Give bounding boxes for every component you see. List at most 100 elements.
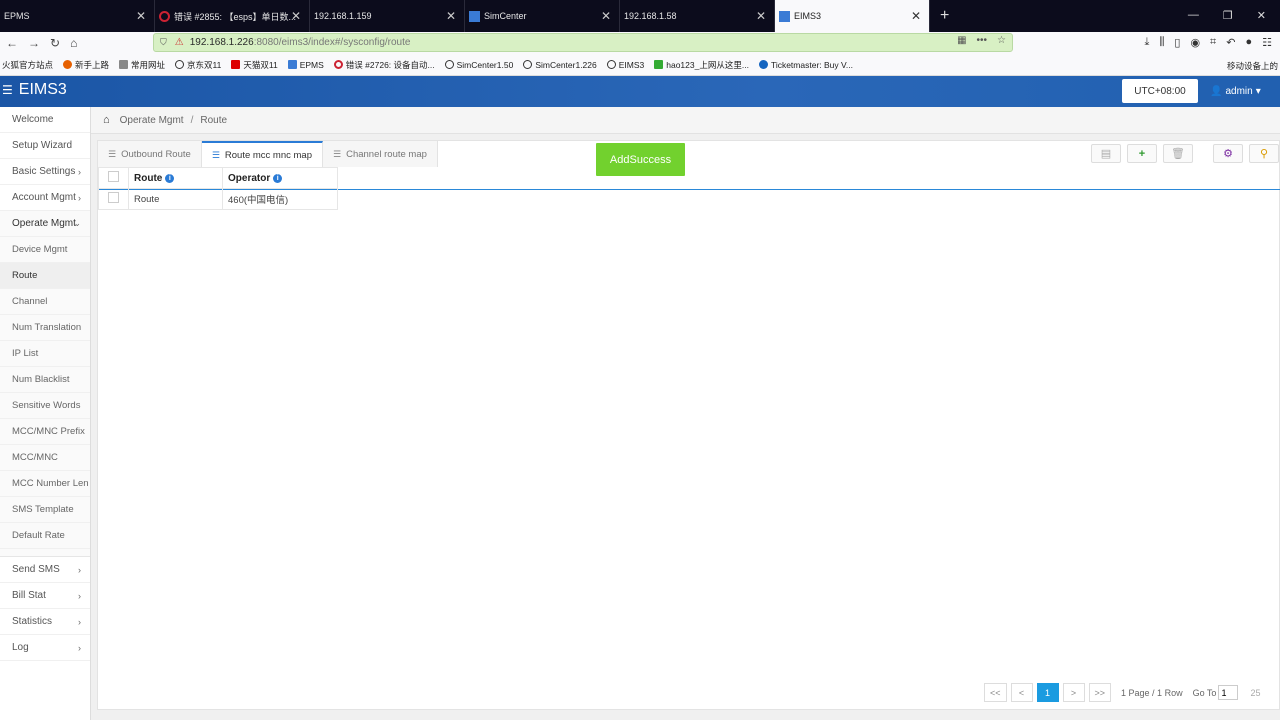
- first-page-button[interactable]: <<: [984, 683, 1007, 702]
- mobile-bookmarks[interactable]: 移动设备上的: [1227, 60, 1278, 72]
- browser-tab-bug[interactable]: 错误 #2855: 【esps】单日数... ✕: [155, 0, 310, 32]
- select-all-checkbox[interactable]: [108, 171, 119, 182]
- close-icon[interactable]: ✕: [756, 9, 766, 23]
- timezone-button[interactable]: UTC+08:00: [1122, 79, 1198, 103]
- sidebar-item-setup-wizard[interactable]: Setup Wizard: [0, 133, 90, 159]
- sidebar-item-send-sms[interactable]: Send SMS ›: [0, 557, 90, 583]
- sidebar-item-device-mgmt[interactable]: Device Mgmt: [0, 237, 90, 263]
- user-menu[interactable]: 👤 admin ▾: [1210, 86, 1261, 97]
- browser-tab-159[interactable]: 192.168.1.159 ✕: [310, 0, 465, 32]
- reload-icon[interactable]: ↻: [50, 36, 60, 50]
- columns-button[interactable]: ▤: [1091, 144, 1121, 163]
- close-icon[interactable]: ✕: [601, 9, 611, 23]
- download-icon[interactable]: ⤓: [1144, 36, 1149, 49]
- close-window-icon[interactable]: ✕: [1257, 9, 1266, 22]
- table-row[interactable]: Route 460(中国电信): [98, 188, 338, 210]
- sidebar-item-mcc-number-len[interactable]: MCC Number Len: [0, 471, 90, 497]
- globe-icon: [444, 60, 454, 69]
- bookmark-star-icon[interactable]: ☆: [997, 35, 1006, 46]
- sidebar-submenu: Device Mgmt Route Channel Num Translatio…: [0, 237, 90, 557]
- minimize-icon[interactable]: —: [1188, 9, 1199, 22]
- qr-code-icon[interactable]: ▦: [957, 35, 966, 46]
- page-size-select[interactable]: 25: [1250, 688, 1260, 698]
- list-icon: ☰: [108, 148, 117, 159]
- tab-outbound-route[interactable]: ☰ Outbound Route: [98, 141, 202, 167]
- info-icon[interactable]: i: [165, 173, 175, 183]
- menu-icon[interactable]: ☷: [1262, 36, 1272, 49]
- sidebar-item-mcc-mnc[interactable]: MCC/MNC: [0, 445, 90, 471]
- sidebar-item-ip-list[interactable]: IP List: [0, 341, 90, 367]
- close-icon[interactable]: ✕: [446, 9, 456, 23]
- library-icon[interactable]: ⫼: [1159, 36, 1164, 49]
- bookmark[interactable]: EPMS: [287, 60, 324, 70]
- settings-button[interactable]: ⚙: [1213, 144, 1243, 163]
- sidebar-item-statistics[interactable]: Statistics ›: [0, 609, 90, 635]
- screenshot-icon[interactable]: ⌗: [1210, 36, 1216, 49]
- row-checkbox[interactable]: [108, 192, 119, 203]
- bookmark[interactable]: Ticketmaster: Buy V...: [758, 60, 853, 70]
- tab-channel-route-map[interactable]: ☰ Channel route map: [323, 141, 438, 167]
- url-bar[interactable]: ⛉ ⚠ 192.168.1.226 :8080/eims3/index#/sys…: [153, 33, 1013, 52]
- close-icon[interactable]: ✕: [291, 9, 301, 23]
- sidebar-item-account-mgmt[interactable]: Account Mgmt ›: [0, 185, 90, 211]
- app-logo[interactable]: ☰ EIMS3: [2, 81, 67, 99]
- search-button[interactable]: ⚲: [1249, 144, 1279, 163]
- bookmark[interactable]: hao123_上网从这里...: [654, 59, 749, 71]
- sidebar-item-operate-mgmt[interactable]: Operate Mgmt ⌄: [0, 211, 90, 237]
- browser-tab-eims3[interactable]: EIMS3 ✕: [775, 0, 930, 32]
- sidebar-item-bill-stat[interactable]: Bill Stat ›: [0, 583, 90, 609]
- prev-page-button[interactable]: <: [1010, 683, 1033, 702]
- next-page-button[interactable]: >: [1062, 683, 1085, 702]
- close-icon[interactable]: ✕: [136, 9, 146, 23]
- sidebar-item-channel[interactable]: Channel: [0, 289, 90, 315]
- sidebar-item-default-rate[interactable]: Default Rate: [0, 523, 90, 549]
- browser-tab-epms[interactable]: EPMS ✕: [0, 0, 155, 32]
- select-all-cell[interactable]: [98, 167, 129, 189]
- info-icon[interactable]: i: [273, 173, 283, 183]
- column-header-route[interactable]: Route i: [128, 167, 223, 189]
- breadcrumb-parent[interactable]: Operate Mgmt: [120, 115, 184, 126]
- bookmark[interactable]: SimCenter1.226: [523, 60, 597, 70]
- home-icon[interactable]: ⌂: [103, 114, 110, 126]
- sidebar-item-mcc-mnc-prefix[interactable]: MCC/MNC Prefix: [0, 419, 90, 445]
- sidebar-item-num-blacklist[interactable]: Num Blacklist: [0, 367, 90, 393]
- sidebar-item-route[interactable]: Route: [0, 263, 90, 289]
- undo-icon[interactable]: ↶: [1226, 36, 1235, 49]
- forward-icon[interactable]: →: [28, 36, 40, 50]
- close-icon[interactable]: ✕: [911, 9, 921, 23]
- current-page-button[interactable]: 1: [1036, 683, 1059, 702]
- more-icon[interactable]: •••: [977, 35, 988, 46]
- bookmark[interactable]: 错误 #2726: 设备自动...: [333, 59, 435, 71]
- extension-icon[interactable]: ●: [1245, 36, 1252, 49]
- bookmark[interactable]: 天猫双11: [231, 59, 278, 71]
- back-icon[interactable]: ←: [6, 36, 18, 50]
- browser-tab-58[interactable]: 192.168.1.58 ✕: [620, 0, 775, 32]
- sidebar-icon[interactable]: ▯: [1174, 36, 1180, 49]
- delete-button[interactable]: 🗑: [1163, 144, 1193, 163]
- sidebar-item-log[interactable]: Log ›: [0, 635, 90, 661]
- restore-icon[interactable]: ❐: [1223, 9, 1233, 22]
- sidebar-item-sms-template[interactable]: SMS Template: [0, 497, 90, 523]
- breadcrumb: ⌂ Operate Mgmt / Route: [91, 107, 1280, 134]
- home-icon[interactable]: ⌂: [70, 36, 77, 50]
- last-page-button[interactable]: >>: [1088, 683, 1112, 702]
- tab-route-mcc-mnc-map[interactable]: ☰ Route mcc mnc map: [201, 141, 324, 167]
- bookmark[interactable]: 新手上路: [63, 59, 109, 71]
- window-controls: — ❐ ✕: [1188, 9, 1266, 22]
- bookmark[interactable]: 火狐官方站点: [2, 59, 53, 71]
- bookmark[interactable]: EIMS3: [606, 60, 644, 70]
- row-select-cell[interactable]: [98, 188, 129, 210]
- column-header-operator[interactable]: Operator i: [222, 167, 338, 189]
- add-button[interactable]: +: [1127, 144, 1157, 163]
- sidebar-item-basic-settings[interactable]: Basic Settings ›: [0, 159, 90, 185]
- new-tab-icon[interactable]: +: [940, 7, 949, 25]
- bookmark[interactable]: 常用网址: [119, 59, 165, 71]
- sidebar-item-sensitive-words[interactable]: Sensitive Words: [0, 393, 90, 419]
- browser-tab-simcenter[interactable]: SimCenter ✕: [465, 0, 620, 32]
- account-icon[interactable]: ◉: [1190, 36, 1200, 49]
- goto-page-input[interactable]: [1218, 685, 1239, 700]
- sidebar-item-num-translation[interactable]: Num Translation: [0, 315, 90, 341]
- bookmark[interactable]: 京东双11: [175, 59, 221, 71]
- sidebar-item-welcome[interactable]: Welcome: [0, 107, 90, 133]
- bookmark[interactable]: SimCenter1.50: [444, 60, 513, 70]
